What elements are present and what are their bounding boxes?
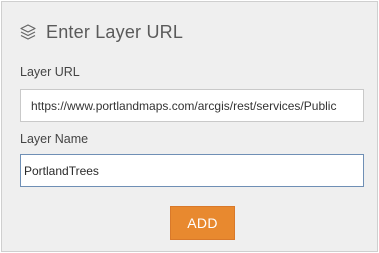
panel-title: Enter Layer URL (46, 21, 184, 42)
panel-header: Enter Layer URL (19, 20, 183, 44)
layer-name-input[interactable] (20, 154, 364, 187)
layer-name-label: Layer Name (20, 132, 89, 146)
add-button[interactable]: ADD (170, 206, 235, 240)
layer-url-input[interactable] (20, 89, 364, 122)
layer-url-label: Layer URL (20, 65, 80, 79)
layers-icon (19, 23, 37, 41)
add-layer-panel: Enter Layer URL Layer URL Layer Name ADD (1, 1, 378, 252)
